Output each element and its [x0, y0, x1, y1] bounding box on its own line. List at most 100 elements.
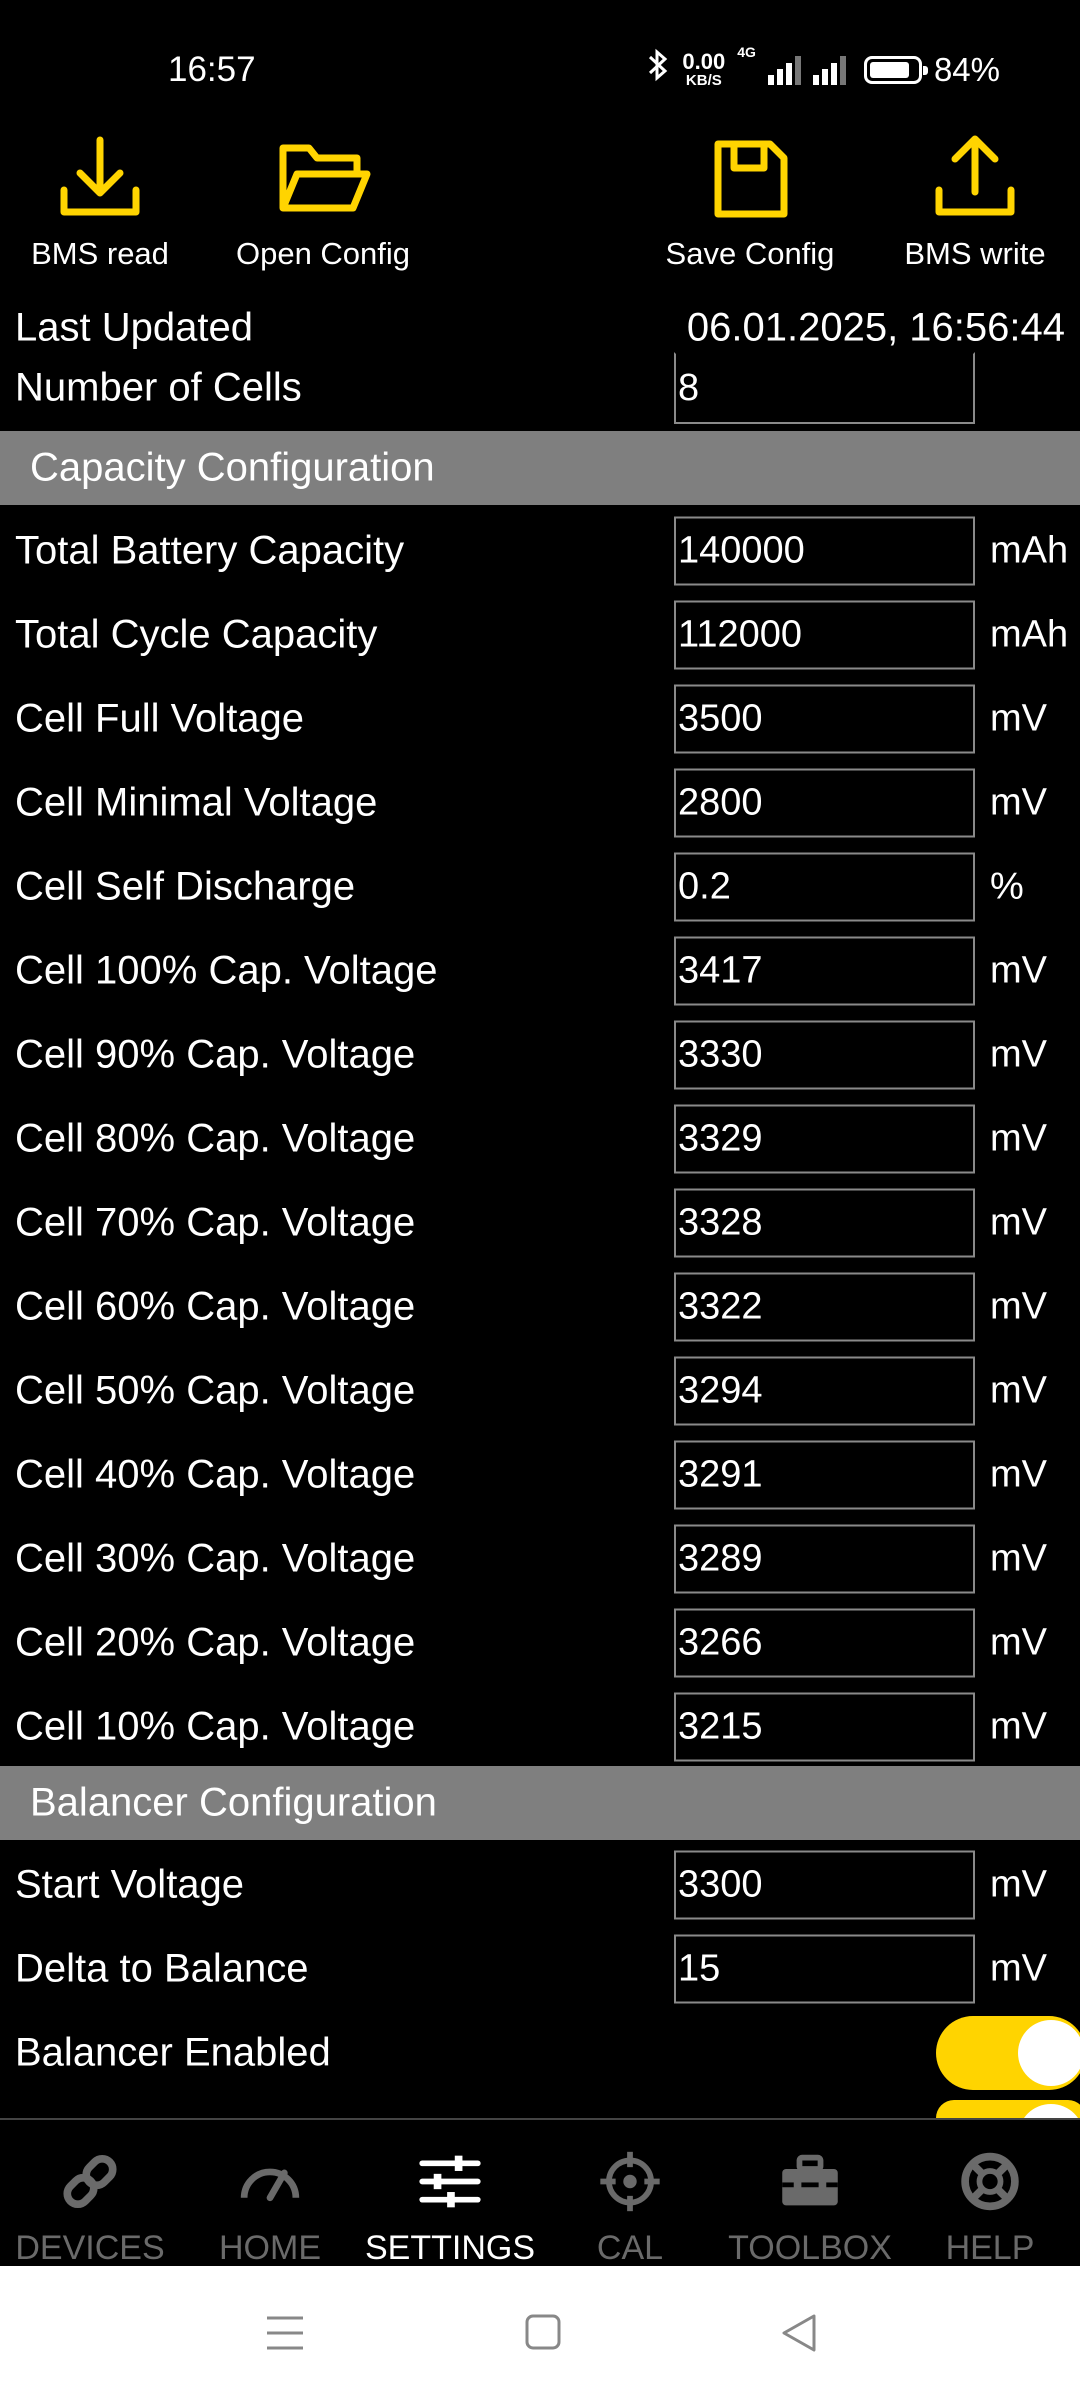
capacity-row-unit: mV	[990, 781, 1047, 824]
signal-icon	[767, 55, 801, 85]
capacity-row-input[interactable]	[674, 516, 975, 586]
num-cells-label: Number of Cells	[15, 365, 302, 410]
capacity-row-label: Total Battery Capacity	[15, 528, 405, 573]
open-config-button[interactable]: Open Config	[228, 130, 418, 272]
capacity-row-input[interactable]	[674, 684, 975, 754]
link-icon	[63, 2154, 117, 2209]
nav-toolbox-label: TOOLBOX	[728, 2229, 892, 2267]
last-updated-value: 06.01.2025, 16:56:44	[686, 305, 1065, 350]
capacity-row-unit: %	[990, 865, 1024, 908]
num-cells-input[interactable]	[674, 352, 975, 424]
system-nav-bar	[0, 2266, 1080, 2400]
square-icon	[525, 2314, 561, 2350]
status-icons: 0.00 KB/S 4G 84%	[646, 44, 1000, 91]
battery-text: 84%	[933, 50, 1000, 88]
balancer-section-title: Balancer Configuration	[30, 1780, 437, 1825]
nav-devices-label: DEVICES	[15, 2229, 165, 2267]
toggle-knob	[1018, 2020, 1080, 2086]
nav-home[interactable]: HOME	[180, 2120, 360, 2268]
capacity-row-label: Cell 40% Cap. Voltage	[15, 1452, 416, 1497]
nav-settings-label: SETTINGS	[364, 2229, 536, 2267]
capacity-row-input[interactable]	[674, 1524, 975, 1594]
capacity-section-header: Capacity Configuration	[0, 431, 1080, 505]
balancer-section-header: Balancer Configuration	[0, 1766, 1080, 1840]
folder-open-icon	[279, 144, 371, 212]
next-toggle-partial[interactable]	[936, 2100, 1080, 2118]
nav-settings[interactable]: SETTINGS	[360, 2120, 540, 2268]
capacity-row-label: Cell 30% Cap. Voltage	[15, 1536, 416, 1581]
nav-toolbox[interactable]: TOOLBOX	[720, 2120, 900, 2268]
balancer-row: Delta to Balance mV	[0, 1927, 1080, 2011]
config-toolbar: BMS read Open Config Save Config BMS wri…	[0, 130, 1080, 275]
toolbox-icon	[782, 2154, 838, 2206]
capacity-row: Total Cycle Capacity mAh	[0, 593, 1080, 677]
home-button[interactable]	[513, 2308, 573, 2358]
capacity-row-label: Cell 20% Cap. Voltage	[15, 1620, 416, 1665]
capacity-row-input[interactable]	[674, 936, 975, 1006]
capacity-row-unit: mV	[990, 1537, 1047, 1580]
capacity-row-input[interactable]	[674, 1692, 975, 1762]
capacity-row: Cell 100% Cap. Voltage mV	[0, 929, 1080, 1013]
capacity-row-input[interactable]	[674, 1272, 975, 1342]
signal-icon-2	[812, 55, 846, 85]
save-icon	[714, 140, 788, 218]
capacity-row: Cell 80% Cap. Voltage mV	[0, 1097, 1080, 1181]
lifebuoy-icon	[961, 2152, 1019, 2211]
capacity-row-label: Cell Self Discharge	[15, 864, 356, 909]
capacity-row: Cell 70% Cap. Voltage mV	[0, 1181, 1080, 1265]
capacity-row-input[interactable]	[674, 1356, 975, 1426]
balancer-enabled-label: Balancer Enabled	[15, 2030, 331, 2075]
capacity-row-label: Cell 90% Cap. Voltage	[15, 1032, 416, 1077]
nav-home-label: HOME	[219, 2229, 321, 2267]
save-config-button[interactable]: Save Config	[655, 130, 845, 272]
balancer-row-input[interactable]	[674, 1850, 975, 1920]
nav-cal[interactable]: CAL	[540, 2120, 720, 2268]
bms-read-button[interactable]: BMS read	[20, 130, 180, 272]
capacity-row-input[interactable]	[674, 852, 975, 922]
nav-help-label: HELP	[945, 2229, 1035, 2267]
toggle-knob	[1018, 2104, 1080, 2118]
capacity-row-unit: mAh	[990, 529, 1069, 572]
nav-devices[interactable]: DEVICES	[0, 2120, 180, 2268]
capacity-row-input[interactable]	[674, 1020, 975, 1090]
capacity-row: Cell Full Voltage mV	[0, 677, 1080, 761]
crosshair-icon	[600, 2151, 660, 2212]
menu-button[interactable]	[255, 2308, 315, 2358]
back-button[interactable]	[770, 2308, 830, 2358]
num-cells-row: Number of Cells	[0, 352, 1080, 424]
capacity-row-label: Cell 80% Cap. Voltage	[15, 1116, 416, 1161]
status-bar: 16:57 0.00 KB/S 4G 84%	[0, 0, 1080, 135]
capacity-row: Cell 10% Cap. Voltage mV	[0, 1685, 1080, 1769]
capacity-section-title: Capacity Configuration	[30, 445, 435, 490]
balancer-row-input[interactable]	[674, 1934, 975, 2004]
capacity-row-unit: mV	[990, 1369, 1047, 1412]
balancer-row-label: Delta to Balance	[15, 1946, 309, 1991]
nav-help[interactable]: HELP	[900, 2120, 1080, 2268]
capacity-row-input[interactable]	[674, 600, 975, 670]
capacity-row-input[interactable]	[674, 768, 975, 838]
capacity-row-input[interactable]	[674, 1440, 975, 1510]
balancer-enabled-toggle[interactable]	[936, 2016, 1080, 2090]
capacity-row-unit: mV	[990, 1453, 1047, 1496]
capacity-row: Total Battery Capacity mAh	[0, 509, 1080, 593]
capacity-row-unit: mV	[990, 1117, 1047, 1160]
capacity-row-input[interactable]	[674, 1104, 975, 1174]
save-config-label: Save Config	[665, 236, 835, 271]
capacity-row-label: Total Cycle Capacity	[15, 612, 378, 657]
nav-cal-label: CAL	[596, 2229, 664, 2267]
net-speed-unit: KB/S	[685, 72, 722, 89]
bms-read-label: BMS read	[31, 236, 169, 271]
capacity-row-unit: mV	[990, 949, 1047, 992]
capacity-row-unit: mV	[990, 1033, 1047, 1076]
open-config-label: Open Config	[235, 236, 411, 271]
gauge-icon	[240, 2168, 300, 2202]
capacity-row: Cell 30% Cap. Voltage mV	[0, 1517, 1080, 1601]
balancer-row-label: Start Voltage	[15, 1862, 245, 1907]
bms-write-label: BMS write	[904, 236, 1046, 271]
balancer-row-unit: mV	[990, 1863, 1047, 1906]
capacity-row-label: Cell Full Voltage	[15, 696, 305, 741]
bms-write-button[interactable]: BMS write	[890, 130, 1060, 272]
capacity-row-input[interactable]	[674, 1188, 975, 1258]
capacity-row-unit: mV	[990, 1201, 1047, 1244]
capacity-row-input[interactable]	[674, 1608, 975, 1678]
